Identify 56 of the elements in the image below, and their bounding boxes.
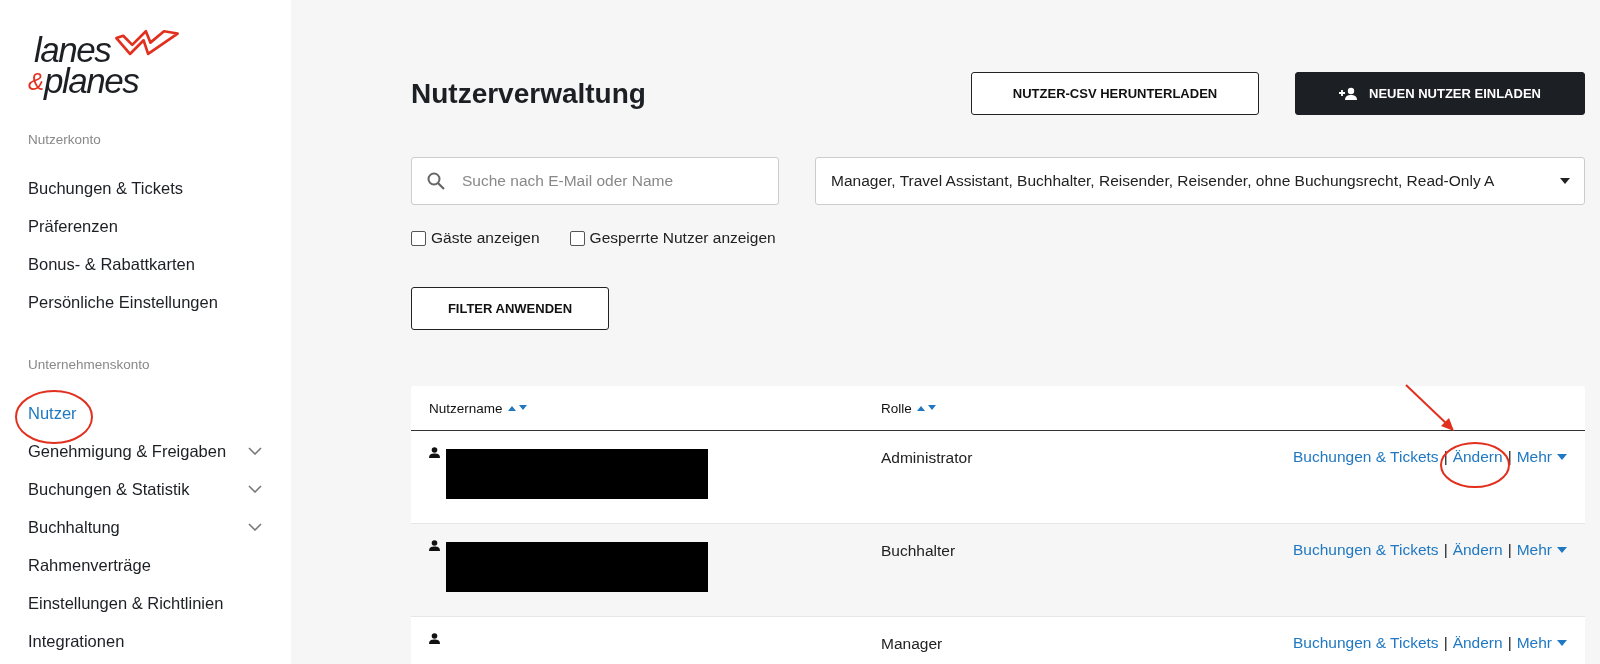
chevron-down-icon[interactable] xyxy=(248,447,262,455)
sidebar-item[interactable]: Genehmigung & Freigaben xyxy=(28,441,227,461)
search-icon xyxy=(427,172,445,190)
role-cell: Manager xyxy=(881,635,943,652)
page-title: Nutzerverwaltung xyxy=(411,77,646,110)
action-link[interactable]: Mehr xyxy=(1516,541,1552,559)
action-link[interactable]: Ändern xyxy=(1452,634,1503,652)
search-field[interactable]: Suche nach E-Mail oder Name xyxy=(411,157,779,205)
chevron-down-icon[interactable] xyxy=(248,485,262,493)
invite-user-button[interactable]: NEUEN NUTZER EINLADEN xyxy=(1295,72,1585,115)
action-link[interactable]: Buchungen & Tickets xyxy=(1293,634,1439,652)
sidebar-item[interactable]: Buchungen & Statistik xyxy=(28,479,190,499)
action-link[interactable]: Mehr xyxy=(1516,448,1552,466)
person-icon xyxy=(429,447,440,458)
checkbox[interactable] xyxy=(569,230,585,246)
apply-filter-button[interactable]: FILTER ANWENDEN xyxy=(411,287,609,330)
download-csv-button[interactable]: NUTZER-CSV HERUNTERLADEN xyxy=(971,72,1259,115)
separator: | xyxy=(1507,448,1512,466)
action-link[interactable]: Buchungen & Tickets xyxy=(1293,541,1439,559)
role-dropdown[interactable]: Manager, Travel Assistant, Buchhalter, Reisender, Reisender, ohne Buchungsrecht, Read-Only A xyxy=(815,157,1585,205)
role-cell: Administrator xyxy=(881,449,973,466)
sidebar-item[interactable]: Buchhaltung xyxy=(28,517,120,537)
column-header[interactable]: Nutzername xyxy=(429,400,503,416)
action-link[interactable]: Buchungen & Tickets xyxy=(1293,448,1439,466)
person-icon xyxy=(429,540,440,551)
role-cell: Buchhalter xyxy=(881,542,956,559)
sidebar-item[interactable]: Einstellungen & Richtlinien xyxy=(28,593,224,613)
sidebar-item[interactable]: Integrationen xyxy=(28,631,125,651)
sidebar-item[interactable]: Persönliche Einstellungen xyxy=(28,292,218,312)
separator: | xyxy=(1507,634,1512,652)
checkbox[interactable] xyxy=(411,230,426,246)
chevron-down-icon[interactable] xyxy=(248,523,262,531)
sidebar-item[interactable]: Buchungen & Tickets xyxy=(28,178,183,198)
caret-icon[interactable] xyxy=(1560,178,1570,184)
section-heading: Nutzerkonto xyxy=(28,132,102,147)
checkbox-label[interactable]: Gäste anzeigen xyxy=(431,229,540,247)
person-icon xyxy=(429,633,440,644)
logo-ampersand: & xyxy=(28,68,44,95)
sidebar-item[interactable]: Präferenzen xyxy=(28,216,118,236)
action-link[interactable]: Mehr xyxy=(1516,634,1552,652)
column-header[interactable]: Rolle xyxy=(881,400,912,416)
sidebar-item[interactable]: Bonus- & Rabattkarten xyxy=(28,254,195,274)
checkbox-label[interactable]: Gesperrte Nutzer anzeigen xyxy=(589,229,776,247)
add-user-icon xyxy=(1339,86,1358,101)
sort-icon[interactable] xyxy=(506,404,529,412)
separator: | xyxy=(1443,634,1448,652)
annotation-circle xyxy=(1439,441,1511,489)
action-link[interactable]: Ändern xyxy=(1452,541,1503,559)
logo-text: lanes xyxy=(34,34,111,65)
separator: | xyxy=(1507,541,1512,559)
sidebar-item[interactable]: Rahmenverträge xyxy=(28,555,151,575)
sort-icon[interactable] xyxy=(915,404,938,412)
separator: | xyxy=(1443,541,1448,559)
annotation-arrow xyxy=(1405,384,1455,432)
action-link[interactable]: Ändern xyxy=(1452,448,1503,466)
section-heading: Unternehmenskonto xyxy=(28,357,151,372)
